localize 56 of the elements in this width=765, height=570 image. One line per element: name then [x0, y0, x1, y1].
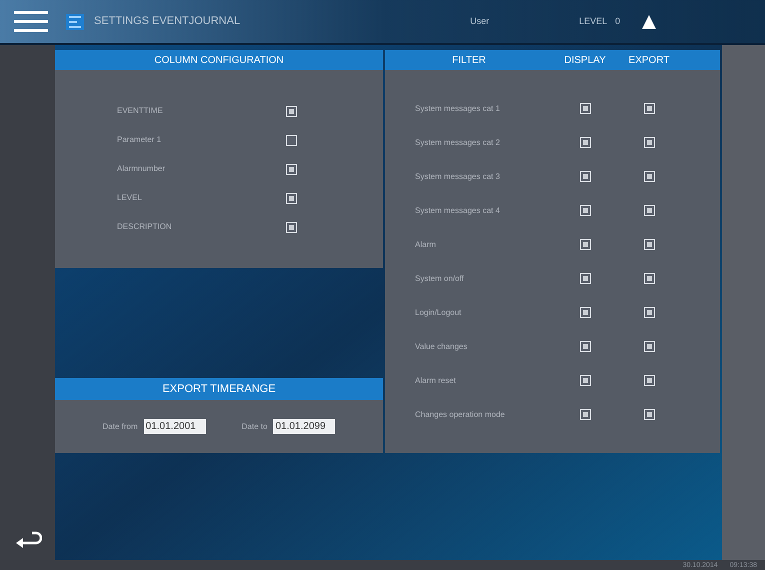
column-header: FILTER [451, 54, 487, 68]
checkbox[interactable] [580, 307, 590, 318]
page-title: SETTINGS EVENTJOURNAL [94, 14, 240, 30]
checkbox[interactable] [286, 192, 297, 204]
checkbox[interactable] [644, 307, 654, 318]
checkbox[interactable] [644, 137, 654, 148]
user-label: User [470, 14, 490, 28]
checkbox[interactable] [644, 341, 654, 352]
filter-label: Alarm reset [414, 374, 457, 386]
checkbox[interactable] [286, 106, 297, 116]
date-from-label: Date from [102, 420, 138, 432]
checkbox[interactable] [580, 375, 590, 386]
checkbox[interactable] [644, 273, 654, 284]
checkbox[interactable] [580, 171, 590, 182]
filter-label: System on/off [414, 272, 465, 284]
filter-label: System messages cat 4 [414, 204, 501, 216]
checkbox[interactable] [580, 273, 590, 284]
filter-label: Login/Logout [414, 306, 462, 318]
export-timerange-header: EXPORT TIMERANGE [55, 378, 383, 400]
menu-icon[interactable] [14, 10, 48, 32]
checkbox[interactable] [580, 409, 590, 420]
checkbox[interactable] [286, 164, 297, 174]
checkbox[interactable] [644, 409, 654, 420]
filter-label: Changes operation mode [414, 408, 506, 420]
column-header: EXPORT [628, 54, 670, 68]
filter-label: Alarm [414, 238, 437, 250]
checkbox[interactable] [644, 171, 654, 182]
warning-icon[interactable] [642, 14, 656, 28]
checkbox[interactable] [644, 205, 654, 216]
checkbox[interactable] [580, 103, 590, 114]
column-label: DESCRIPTION [117, 221, 172, 233]
checkbox[interactable] [644, 103, 654, 114]
checkbox[interactable] [580, 137, 590, 148]
filter-label: Value changes [414, 340, 468, 352]
column-label: LEVEL [117, 192, 142, 204]
filter-label: System messages cat 1 [414, 102, 501, 114]
checkbox[interactable] [644, 239, 654, 250]
column-label: Alarmnumber [117, 163, 166, 175]
checkbox[interactable] [580, 239, 590, 250]
checkbox[interactable] [286, 222, 297, 232]
checkbox[interactable] [644, 375, 654, 386]
date-from-field[interactable]: 01.01.2001 [144, 419, 206, 434]
column-configuration-header: COLUMN CONFIGURATION [55, 50, 383, 70]
column-label: Parameter 1 [117, 134, 162, 146]
date-to-label: Date to [242, 420, 268, 432]
level-value: 0 [615, 14, 620, 28]
column-header: DISPLAY [563, 54, 607, 68]
filter-label: System messages cat 2 [414, 136, 501, 148]
filter-label: System messages cat 3 [414, 170, 501, 182]
checkbox[interactable] [580, 341, 590, 352]
logo-icon [66, 14, 84, 30]
checkbox[interactable] [286, 134, 297, 146]
checkbox[interactable] [580, 205, 590, 216]
level-label: LEVEL [579, 14, 608, 28]
column-label: EVENTTIME [117, 105, 163, 117]
date-to-field[interactable]: 01.01.2099 [273, 419, 336, 434]
